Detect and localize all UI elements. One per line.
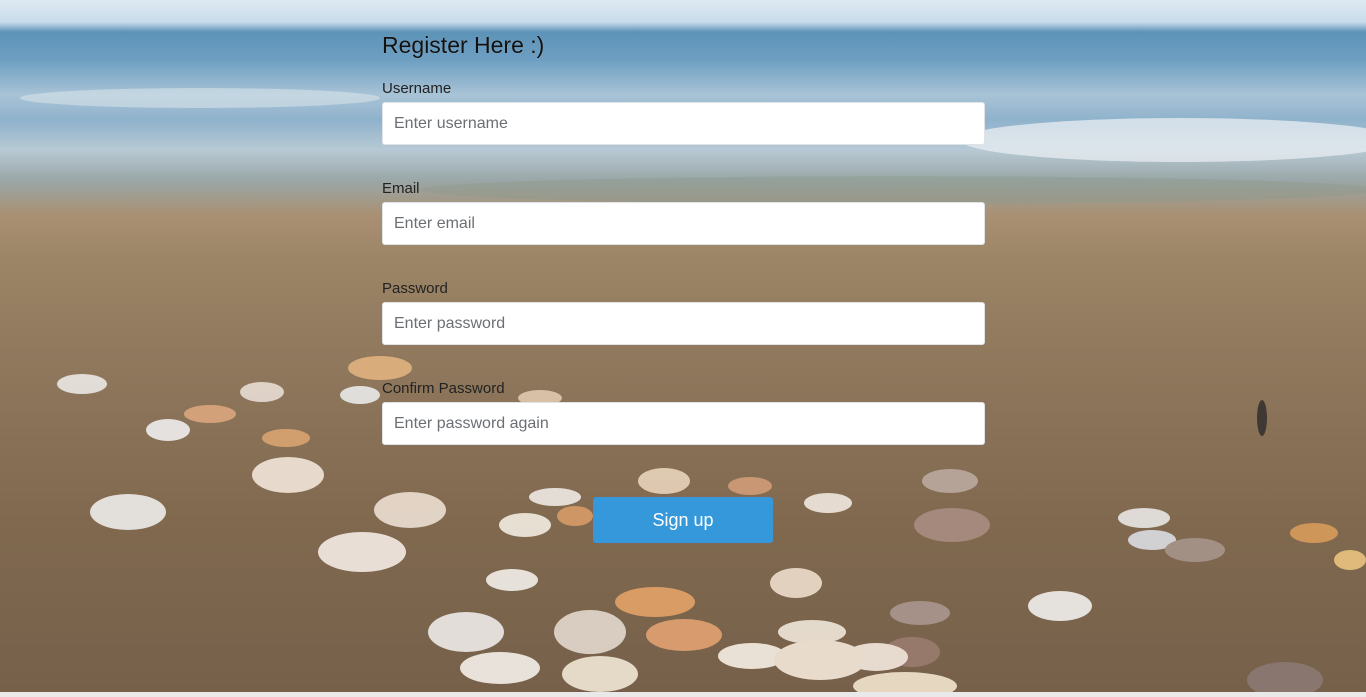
register-form: Register Here :) Username Email Password… — [382, 28, 985, 543]
confirm-password-input[interactable] — [382, 402, 985, 445]
username-label: Username — [382, 80, 452, 97]
email-group: Email — [382, 178, 985, 245]
email-label: Email — [382, 180, 420, 197]
confirm-password-label: Confirm Password — [382, 380, 505, 397]
password-input[interactable] — [382, 302, 985, 345]
password-group: Password — [382, 278, 985, 345]
username-group: Username — [382, 78, 985, 145]
confirm-password-group: Confirm Password — [382, 378, 985, 445]
sign-up-button[interactable]: Sign up — [593, 497, 773, 543]
page-title: Register Here :) — [382, 32, 545, 58]
password-label: Password — [382, 280, 448, 297]
username-input[interactable] — [382, 102, 985, 145]
email-input[interactable] — [382, 202, 985, 245]
